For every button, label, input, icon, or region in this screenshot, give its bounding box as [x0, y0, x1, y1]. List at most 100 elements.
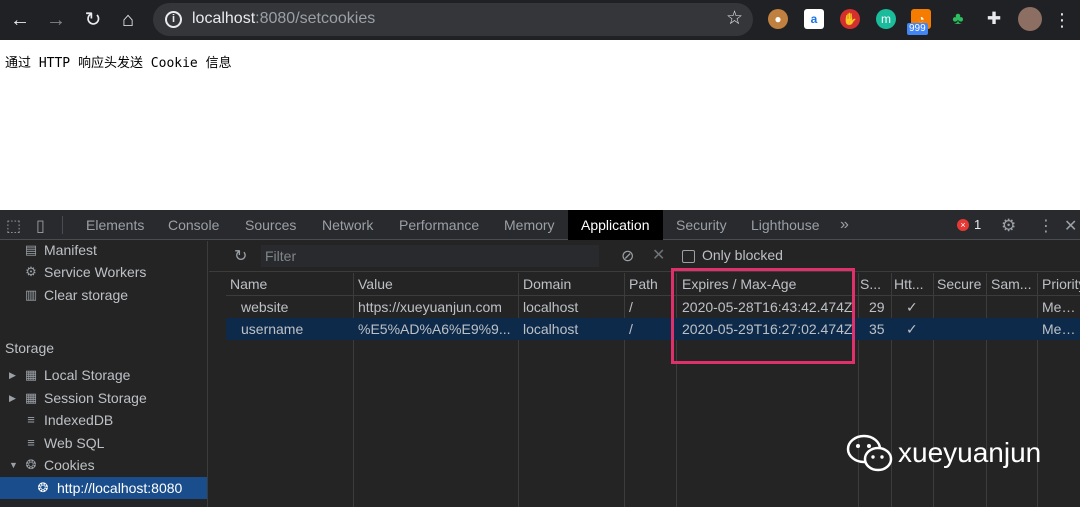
delete-selected-icon[interactable]: ✕ — [652, 245, 665, 265]
tab-application[interactable]: Application — [568, 210, 663, 240]
sidebar-item-label: Session Storage — [44, 390, 147, 406]
inspect-element-icon[interactable]: ⬚ — [6, 216, 21, 236]
cookie-samesite-cell — [991, 296, 1036, 318]
cookie-icon: ❂ — [25, 457, 37, 472]
page-body-text: 通过 HTTP 响应头发送 Cookie 信息 — [5, 56, 232, 71]
cookie-samesite-cell — [991, 318, 1036, 340]
filter-input[interactable] — [261, 245, 599, 267]
sidebar-item-indexeddb[interactable]: ≡ IndexedDB — [0, 409, 207, 431]
wechat-icon — [846, 434, 893, 472]
more-tabs-icon[interactable]: » — [840, 210, 849, 240]
cookie-table: Name Value Domain Path Expires / Max-Age… — [226, 273, 1080, 507]
sidebar-item-service-workers[interactable]: ⚙ Service Workers — [0, 261, 207, 283]
trash-icon: ▥ — [24, 287, 38, 302]
column-header-httponly[interactable]: Htt... — [894, 273, 932, 295]
browser-toolbar: ← → ↻ ⌂ i localhost:8080/setcookies ☆ ● … — [0, 0, 1080, 40]
info-icon[interactable]: i — [165, 11, 182, 28]
cookie-size-cell: 29 — [869, 299, 885, 315]
expand-triangle-icon[interactable]: ▶ — [9, 387, 16, 409]
cookie-size-cell: 35 — [869, 321, 885, 337]
extension-badge: 999 — [907, 23, 928, 35]
puzzle-extensions-icon[interactable]: ✚ — [984, 9, 1004, 29]
cookie-value-cell: https://xueyuanjun.com — [358, 299, 502, 315]
column-header-path[interactable]: Path — [629, 273, 674, 295]
reload-icon[interactable]: ↻ — [79, 6, 107, 34]
collapse-triangle-icon[interactable]: ▼ — [9, 454, 18, 476]
cookie-path-cell: / — [629, 321, 633, 337]
tab-lighthouse[interactable]: Lighthouse — [751, 210, 820, 240]
only-blocked-checkbox[interactable] — [682, 250, 695, 263]
tab-sources[interactable]: Sources — [245, 210, 296, 240]
m-extension-icon[interactable]: m — [876, 9, 896, 29]
watermark-text: xueyuanjun — [898, 437, 1042, 468]
cookie-domain-cell: localhost — [523, 299, 579, 315]
cookie-priority-cell: Med... — [1042, 321, 1080, 337]
sidebar-item-label: Local Storage — [44, 367, 131, 383]
sidebar-item-cookie-origin[interactable]: ❂ http://localhost:8080 — [0, 477, 207, 499]
column-header-secure[interactable]: Secure — [937, 273, 985, 295]
column-header-value[interactable]: Value — [358, 273, 516, 295]
tab-elements[interactable]: Elements — [86, 210, 144, 240]
address-bar[interactable]: i localhost:8080/setcookies ☆ — [153, 3, 753, 36]
devtools-menu-icon[interactable]: ⋮ — [1038, 216, 1054, 236]
cookie-httponly-cell: ✓ — [906, 321, 918, 337]
profile-avatar[interactable] — [1018, 7, 1042, 31]
column-header-name[interactable]: Name — [230, 273, 350, 295]
tab-console[interactable]: Console — [168, 210, 219, 240]
table-grid-icon: ▦ — [24, 367, 38, 382]
tab-security[interactable]: Security — [676, 210, 727, 240]
tabbar-divider — [62, 216, 63, 234]
bookmark-star-icon[interactable]: ☆ — [726, 7, 743, 30]
sidebar-item-web-sql[interactable]: ≡ Web SQL — [0, 432, 207, 454]
cookie-name-cell: username — [241, 321, 304, 337]
sidebar-item-label: Manifest — [44, 242, 97, 258]
sidebar-item-label: Service Workers — [44, 264, 147, 280]
application-sidebar: ▤ Manifest ⚙ Service Workers ▥ Clear sto… — [0, 241, 208, 507]
cookie-extension-icon[interactable]: ● — [768, 9, 788, 29]
url-text[interactable]: localhost:8080/setcookies — [192, 10, 375, 28]
column-header-size[interactable]: S... — [860, 273, 890, 295]
table-grid-icon: ▦ — [24, 390, 38, 405]
clear-all-icon[interactable]: ⊘ — [621, 246, 634, 266]
gear-icon: ⚙ — [25, 264, 37, 279]
devtools-tabbar: ⬚ ▯ Elements Console Sources Network Per… — [0, 210, 1080, 240]
tab-network[interactable]: Network — [322, 210, 373, 240]
a-extension-icon[interactable]: a — [804, 9, 824, 29]
close-devtools-icon[interactable]: ✕ — [1064, 216, 1077, 236]
tab-memory[interactable]: Memory — [504, 210, 555, 240]
file-icon: ▤ — [24, 242, 38, 257]
table-row[interactable]: username %E5%AD%A6%E9%9... localhost / 2… — [226, 318, 1080, 340]
settings-gear-icon[interactable]: ⚙ — [1001, 216, 1016, 236]
database-icon: ≡ — [27, 412, 35, 427]
sidebar-item-manifest[interactable]: ▤ Manifest — [0, 239, 207, 261]
home-icon[interactable]: ⌂ — [114, 6, 142, 34]
back-arrow-icon[interactable]: ← — [6, 6, 34, 34]
sidebar-item-label: Cookies — [44, 457, 95, 473]
device-toolbar-icon[interactable]: ▯ — [36, 216, 45, 236]
hand-extension-icon[interactable]: ✋ — [840, 9, 860, 29]
expires-highlight-box — [671, 268, 855, 364]
cookie-path-cell: / — [629, 299, 633, 315]
tab-performance[interactable]: Performance — [399, 210, 479, 240]
sidebar-item-session-storage[interactable]: ▶ ▦ Session Storage — [0, 387, 207, 409]
sidebar-item-clear-storage[interactable]: ▥ Clear storage — [0, 284, 207, 306]
menu-dots-icon[interactable]: ⋮ — [1048, 6, 1076, 34]
sidebar-item-label: Clear storage — [44, 287, 129, 303]
column-header-priority[interactable]: Priority — [1042, 273, 1080, 295]
cookie-name-cell: website — [241, 299, 289, 315]
forward-arrow-icon[interactable]: → — [42, 6, 70, 34]
sidebar-item-cookies[interactable]: ▼ ❂ Cookies — [0, 454, 207, 476]
sidebar-item-local-storage[interactable]: ▶ ▦ Local Storage — [0, 364, 207, 386]
column-header-samesite[interactable]: Sam... — [991, 273, 1036, 295]
evernote-extension-icon[interactable]: ♣ — [948, 9, 968, 29]
cookie-filter-bar: ↻ ⊘ ✕ Only blocked — [209, 241, 1080, 272]
error-count[interactable]: 1 — [974, 217, 981, 232]
cookie-secure-cell — [937, 318, 985, 340]
table-row[interactable]: website https://xueyuanjun.com localhost… — [226, 296, 1080, 318]
expand-triangle-icon[interactable]: ▶ — [9, 364, 16, 386]
cookie-httponly-cell: ✓ — [906, 299, 918, 315]
url-path: :8080/setcookies — [255, 10, 376, 27]
refresh-icon[interactable]: ↻ — [234, 246, 247, 266]
error-icon[interactable]: × — [957, 219, 969, 231]
column-header-domain[interactable]: Domain — [523, 273, 621, 295]
